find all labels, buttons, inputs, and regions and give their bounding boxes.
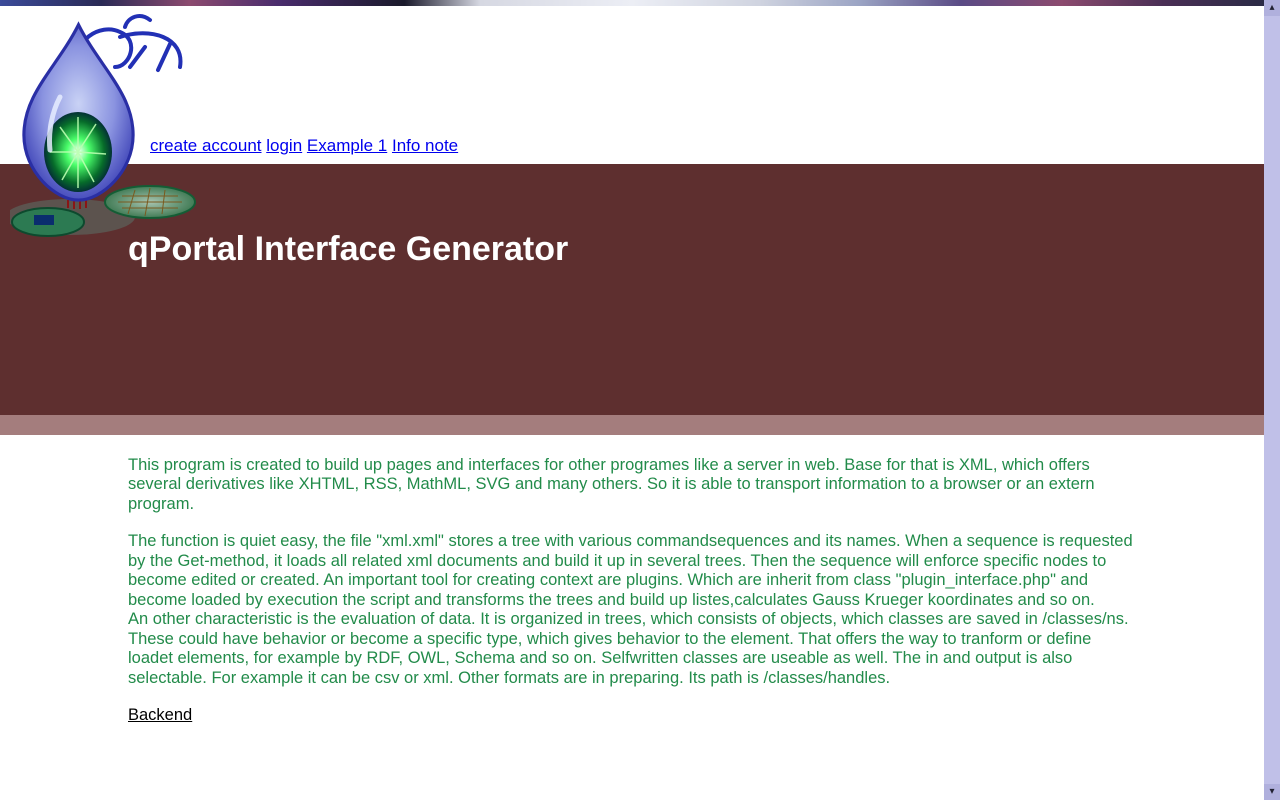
nav-create-account[interactable]: create account	[150, 136, 262, 155]
nav-login[interactable]: login	[266, 136, 302, 155]
top-nav: create account login Example 1 Info note	[150, 136, 458, 156]
intro-paragraph-2: The function is quiet easy, the file "xm…	[128, 532, 1138, 688]
vertical-scrollbar[interactable]: ▴ ▾	[1264, 0, 1280, 800]
qportal-logo	[10, 12, 200, 242]
hero-shadow-strip	[0, 415, 1264, 435]
nav-example-1[interactable]: Example 1	[307, 136, 387, 155]
top-decoration-strip	[0, 0, 1264, 6]
scroll-down-arrow-icon[interactable]: ▾	[1264, 784, 1280, 800]
intro-paragraph-1: This program is created to build up page…	[128, 456, 1138, 514]
body-content: This program is created to build up page…	[128, 456, 1138, 726]
backend-link[interactable]: Backend	[128, 706, 192, 724]
nav-info-note[interactable]: Info note	[392, 136, 458, 155]
scroll-up-arrow-icon[interactable]: ▴	[1264, 0, 1280, 16]
